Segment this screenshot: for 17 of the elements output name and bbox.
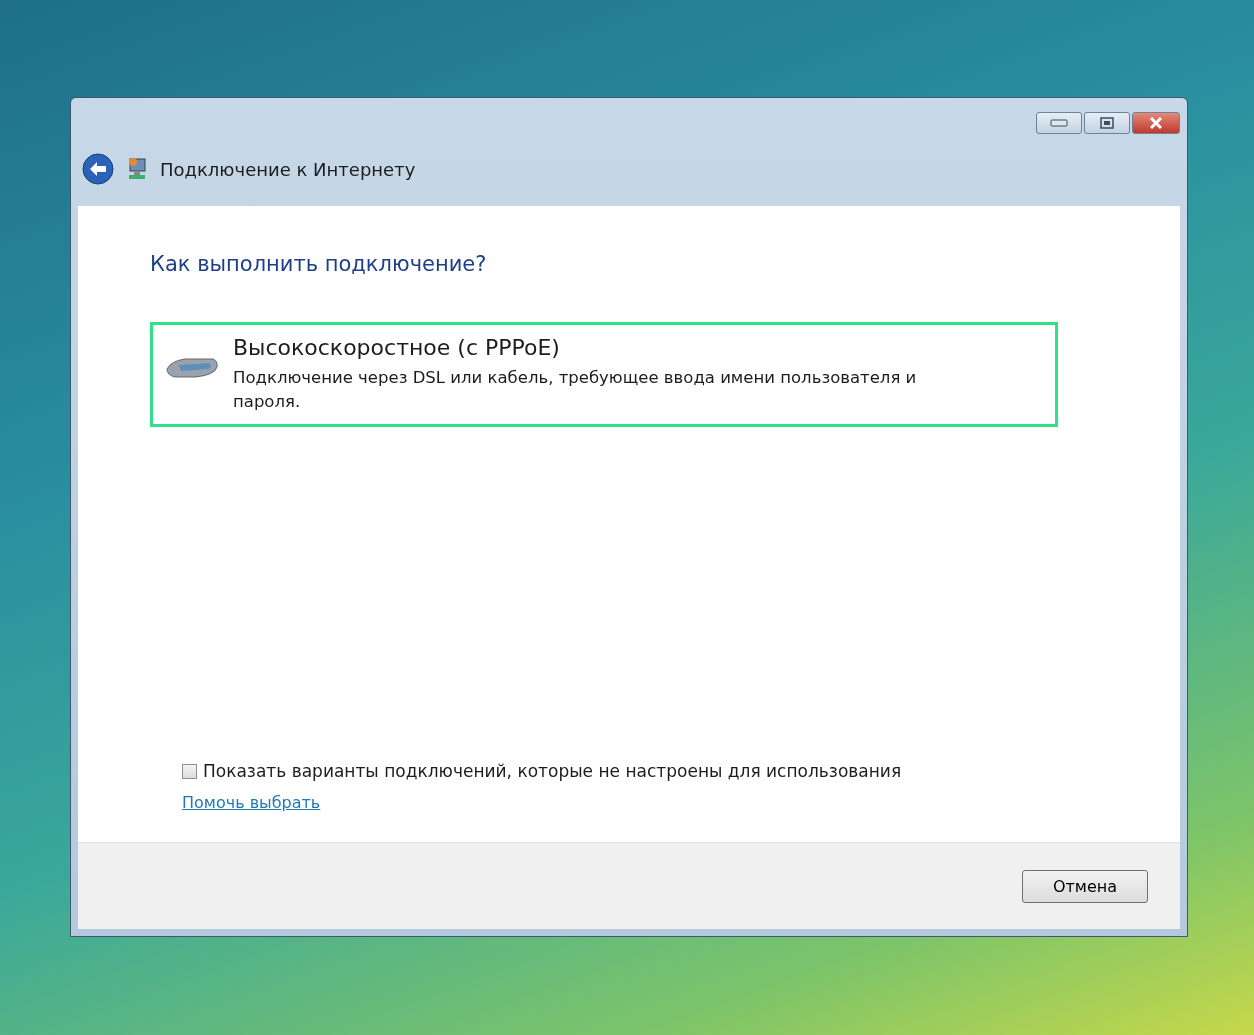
maximize-icon (1100, 117, 1114, 129)
checkbox-label: Показать варианты подключений, которые не настроены для использования (203, 761, 902, 781)
option-description: Подключение через DSL или кабель, требующее ввода имени пользователя и пароля. (233, 367, 918, 413)
back-button[interactable] (82, 153, 114, 185)
network-icon (126, 157, 148, 181)
minimize-button[interactable] (1036, 112, 1082, 134)
page-heading: Как выполнить подключение? (150, 252, 488, 276)
checkbox[interactable] (182, 763, 197, 779)
close-icon (1148, 116, 1164, 130)
connection-option[interactable]: Высокоскоростное (с PPPoE) Подключение через DSL или кабель, требующее ввода имени пользователя и пароля. (150, 322, 1058, 427)
window-title: Подключение к Интернету (160, 158, 416, 180)
minimize-icon (1050, 119, 1068, 127)
close-button[interactable] (1132, 112, 1180, 134)
cancel-button[interactable]: Отмена (1022, 869, 1148, 903)
option-title: Высокоскоростное (с PPPoE) (233, 335, 561, 360)
maximize-button[interactable] (1084, 112, 1130, 134)
help-link[interactable]: Помочь выбрать (182, 793, 321, 812)
